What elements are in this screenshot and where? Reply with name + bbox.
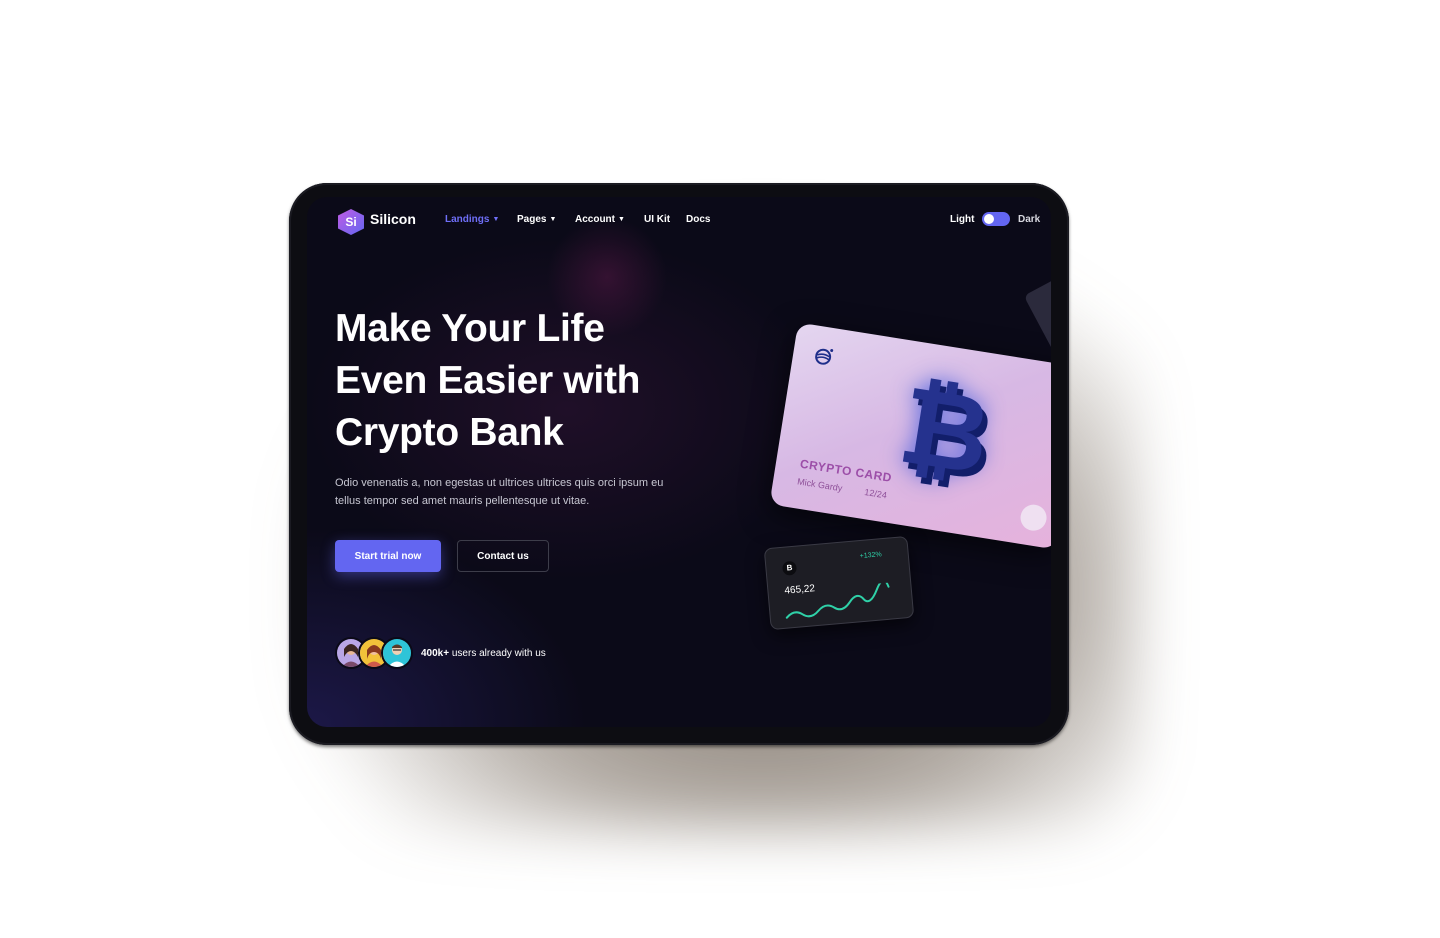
nav-ui-kit[interactable]: UI Kit [644,214,670,225]
nav-pages[interactable]: Pages ▼ [517,214,556,225]
bitcoin-badge: B [781,560,798,576]
navbar: Si Silicon Landings ▼ Pages ▼ Account ▼ UI … [307,197,1051,245]
balance-card: B +132% 465,22 [763,535,915,631]
hero-title-line-2: Even Easier with [335,359,641,402]
start-trial-button[interactable]: Start trial now [335,540,441,572]
mode-dark-label: Dark [1018,214,1041,225]
chevron-down-icon: ▼ [492,216,500,223]
screen: Si Silicon Landings ▼ Pages ▼ Account ▼ UI … [307,197,1051,727]
users-count-text: 400k+ users already with us [421,648,546,659]
nav-docs[interactable]: Docs [686,214,710,225]
users-count: 400k+ [421,648,450,659]
brand-name[interactable]: Silicon [370,211,416,227]
change-percent: +132% [859,551,882,561]
hero-title: Make Your Life Even Easier with Crypto B… [335,303,695,459]
hero-title-line-1: Make Your Life [335,307,605,350]
nav-landings-label: Landings [445,214,490,225]
crypto-card: ₿ CRYPTO CARD Mick Gardy 12/24 [769,322,1051,550]
hero-title-line-3: Crypto Bank [335,411,564,454]
background-card [1023,267,1051,367]
avatar [381,637,413,669]
users-label: users already with us [449,648,546,659]
chevron-down-icon: ▼ [618,216,625,223]
nav-account[interactable]: Account ▼ [575,214,625,225]
theme-toggle[interactable] [982,212,1010,226]
globe-icon [815,348,834,365]
nav-account-label: Account [575,214,615,225]
logo-icon[interactable]: Si [338,209,364,235]
nav-pages-label: Pages [517,214,547,225]
contact-us-button[interactable]: Contact us [457,540,549,572]
toggle-knob [984,214,994,224]
mode-light-label: Light [950,214,975,225]
card-expiry: 12/24 [863,486,888,501]
card-holder: Mick Gardy [796,476,844,494]
bitcoin-icon: ₿ [892,363,999,497]
hero-description: Odio venenatis a, non egestas ut ultrice… [335,477,664,507]
tablet-device: Si Silicon Landings ▼ Pages ▼ Account ▼ UI … [289,183,1069,745]
card-chip [1018,502,1049,533]
chevron-down-icon: ▼ [549,216,557,223]
nav-landings[interactable]: Landings ▼ [445,214,499,225]
